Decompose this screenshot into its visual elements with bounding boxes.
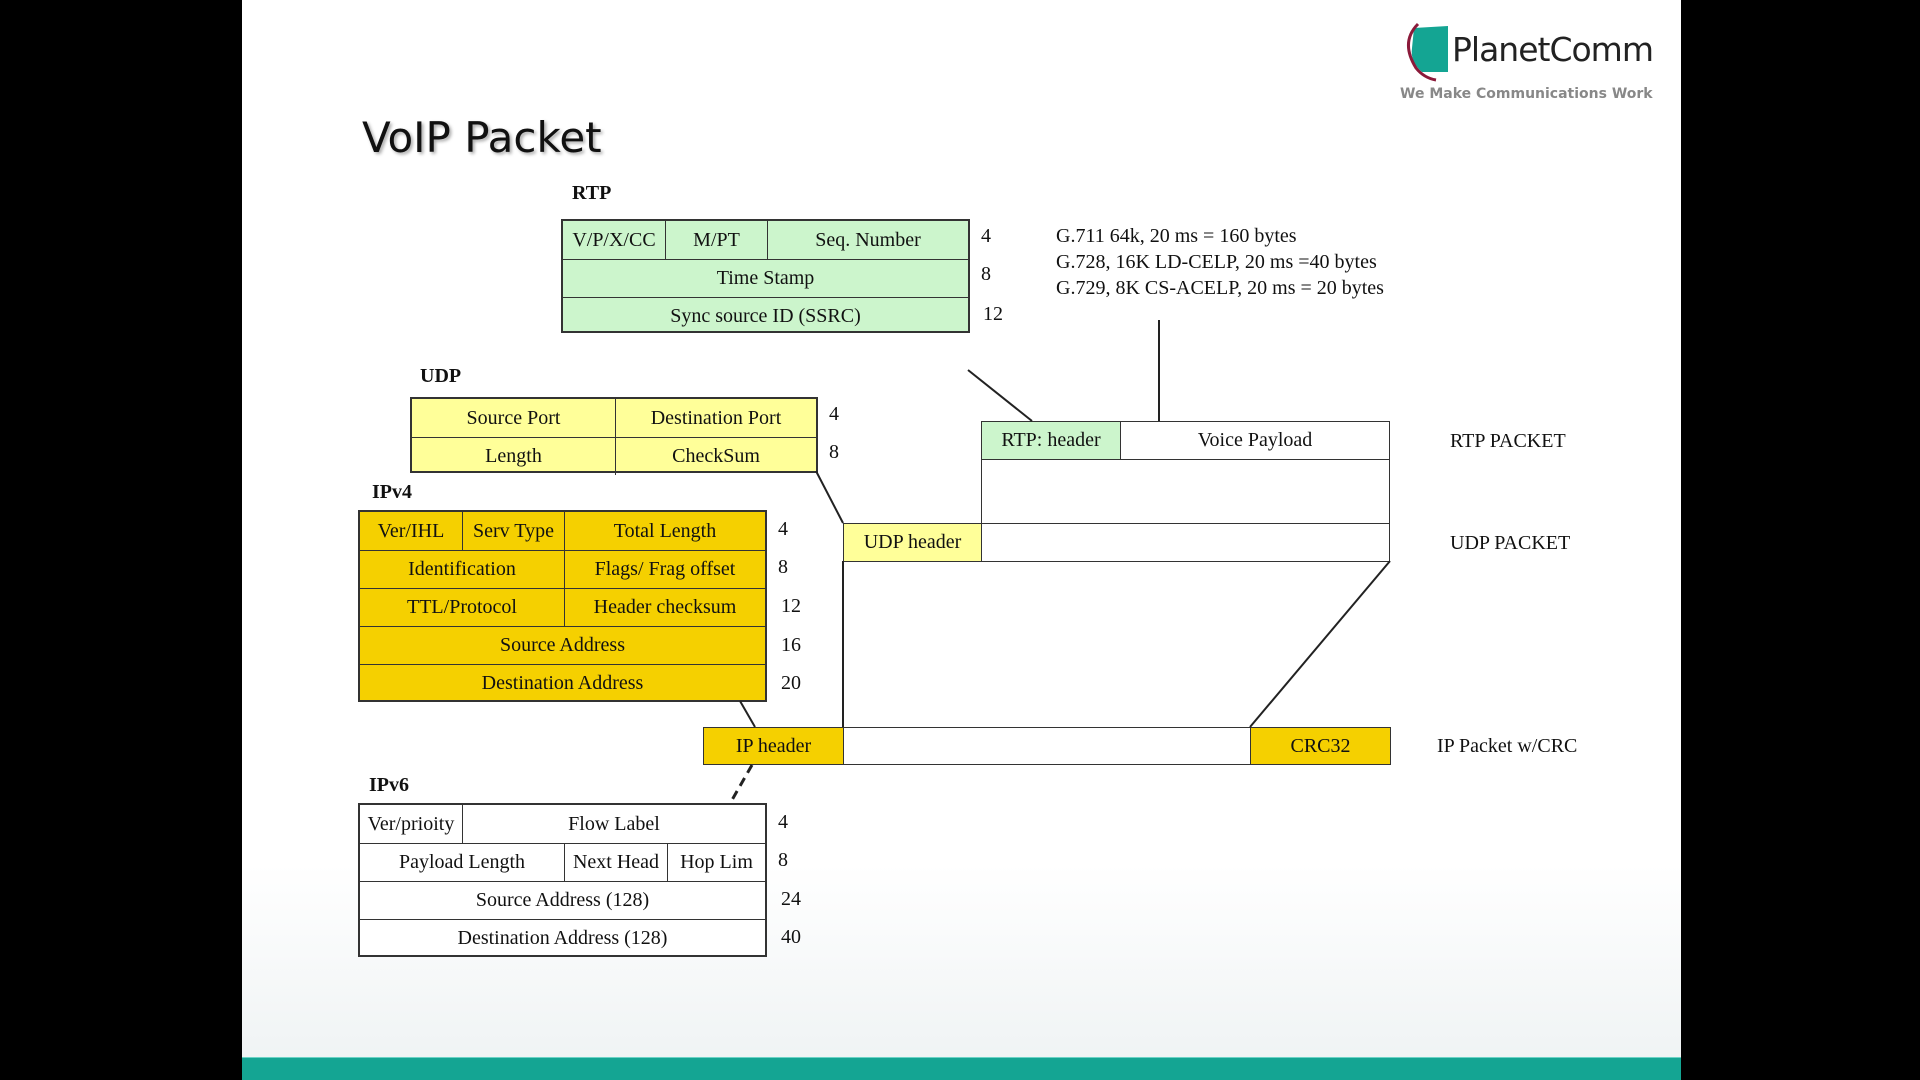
udp-cell: Source Port bbox=[466, 406, 561, 429]
udp-row: Length CheckSum bbox=[412, 437, 816, 475]
ipv6-offset: 4 bbox=[778, 811, 788, 833]
ipv4-offset: 16 bbox=[781, 634, 801, 656]
udp-row: Source Port Destination Port bbox=[412, 399, 816, 437]
ipv4-cell: Flags/ Frag offset bbox=[564, 551, 765, 588]
rtp-packet-label: RTP PACKET bbox=[1450, 430, 1566, 452]
udp-packet-right-diagonal bbox=[1249, 560, 1391, 728]
slide: VoIP Packet PlanetComm We Make Communica… bbox=[242, 0, 1681, 1080]
udp-header-table: Source Port Destination Port Length Chec… bbox=[410, 397, 818, 475]
footer-bar bbox=[242, 1057, 1681, 1080]
rtp-offset: 12 bbox=[983, 303, 1003, 325]
rtp-cell: Time Stamp bbox=[716, 267, 815, 289]
ipv6-cell: Hop Lim bbox=[667, 844, 765, 881]
udp-cell: CheckSum bbox=[615, 438, 816, 475]
udp-packet-label: UDP PACKET bbox=[1450, 532, 1571, 554]
ipv6-row: Ver/prioity Flow Label bbox=[360, 805, 765, 843]
ipv4-cell: TTL/Protocol bbox=[407, 596, 517, 618]
codec-line: G.729, 8K CS-ACELP, 20 ms = 20 bytes bbox=[1056, 277, 1384, 299]
ipv4-connector bbox=[739, 700, 756, 728]
planetcomm-logo-icon bbox=[1407, 22, 1448, 82]
ipv6-cell: Next Head bbox=[564, 844, 667, 881]
rtp-cell: Sync source ID (SSRC) bbox=[670, 305, 861, 327]
ipv4-cell: Identification bbox=[408, 558, 516, 580]
rtp-packet-header: RTP: header bbox=[981, 421, 1121, 460]
ipv6-row: Destination Address (128) bbox=[360, 919, 765, 957]
rtp-offset: 4 bbox=[981, 225, 991, 247]
ipv6-row: Source Address (128) bbox=[360, 881, 765, 919]
ipv4-cell: Source Address bbox=[500, 634, 625, 656]
rtp-offset: 8 bbox=[981, 263, 991, 285]
rtp-row: Time Stamp bbox=[563, 259, 968, 297]
ipv4-cell: Ver/IHL bbox=[377, 519, 445, 542]
rtp-header-table: V/P/X/CC M/PT Seq. Number Time Stamp Syn… bbox=[561, 219, 970, 333]
ipv6-cell: Source Address (128) bbox=[475, 889, 650, 911]
udp-header-connector bbox=[815, 470, 844, 524]
ipv4-row: TTL/Protocol Header checksum bbox=[360, 588, 765, 626]
udp-offset: 4 bbox=[829, 403, 839, 425]
crc32-trailer: CRC32 bbox=[1250, 727, 1391, 765]
rtp-row: Sync source ID (SSRC) bbox=[563, 297, 968, 335]
udp-cell: Destination Port bbox=[615, 399, 816, 437]
udp-packet-header: UDP header bbox=[843, 523, 982, 562]
ipv4-row: Source Address bbox=[360, 626, 765, 664]
ipv6-header-table: Ver/prioity Flow Label Payload Length Ne… bbox=[358, 803, 767, 957]
ipv4-row: Ver/IHL Serv Type Total Length bbox=[360, 512, 765, 550]
rtp-label: RTP bbox=[572, 182, 612, 204]
ipv4-offset: 4 bbox=[778, 518, 788, 540]
udp-offset: 8 bbox=[829, 441, 839, 463]
udp-cell: Length bbox=[485, 445, 542, 467]
ipv4-header-table: Ver/IHL Serv Type Total Length Identific… bbox=[358, 510, 767, 702]
ipv4-cell: Total Length bbox=[564, 512, 765, 550]
ipv6-cell: Ver/prioity bbox=[367, 812, 455, 835]
ipv4-row: Identification Flags/ Frag offset bbox=[360, 550, 765, 588]
codec-line: G.728, 16K LD-CELP, 20 ms =40 bytes bbox=[1056, 251, 1377, 273]
ipv6-cell: Flow Label bbox=[462, 805, 765, 843]
ipv4-label: IPv4 bbox=[372, 481, 412, 503]
ipv4-offset: 20 bbox=[781, 672, 801, 694]
voice-payload: Voice Payload bbox=[1120, 421, 1390, 460]
ipv6-dashed-connector bbox=[730, 764, 754, 801]
ipv4-cell: Serv Type bbox=[462, 512, 564, 550]
codec-line: G.711 64k, 20 ms = 160 bytes bbox=[1056, 225, 1297, 247]
udp-label: UDP bbox=[420, 365, 462, 387]
ipv4-cell: Destination Address bbox=[481, 672, 644, 694]
ip-packet-label: IP Packet w/CRC bbox=[1437, 735, 1578, 757]
ipv6-offset: 24 bbox=[781, 888, 801, 910]
ipv4-row: Destination Address bbox=[360, 664, 765, 702]
logo-tagline: We Make Communications Work bbox=[1400, 86, 1653, 102]
ipv4-offset: 8 bbox=[778, 556, 788, 578]
rtp-row: V/P/X/CC M/PT Seq. Number bbox=[563, 221, 968, 259]
ipv6-cell: Payload Length bbox=[398, 851, 526, 873]
page-title: VoIP Packet bbox=[362, 113, 602, 162]
ipv6-offset: 40 bbox=[781, 926, 801, 948]
ipv6-cell: Destination Address (128) bbox=[457, 927, 668, 949]
ipv6-row: Payload Length Next Head Hop Lim bbox=[360, 843, 765, 881]
ipv4-cell: Header checksum bbox=[564, 589, 765, 626]
rtp-cell: V/P/X/CC bbox=[572, 228, 656, 251]
rtp-cell: M/PT bbox=[665, 221, 767, 259]
rtp-cell: Seq. Number bbox=[767, 221, 968, 259]
rtp-header-connector bbox=[967, 369, 1033, 422]
ipv6-label: IPv6 bbox=[369, 774, 409, 796]
ipv6-offset: 8 bbox=[778, 849, 788, 871]
logo-name: PlanetComm bbox=[1452, 30, 1654, 69]
ip-packet-header: IP header bbox=[703, 727, 844, 765]
ipv4-offset: 12 bbox=[781, 595, 801, 617]
